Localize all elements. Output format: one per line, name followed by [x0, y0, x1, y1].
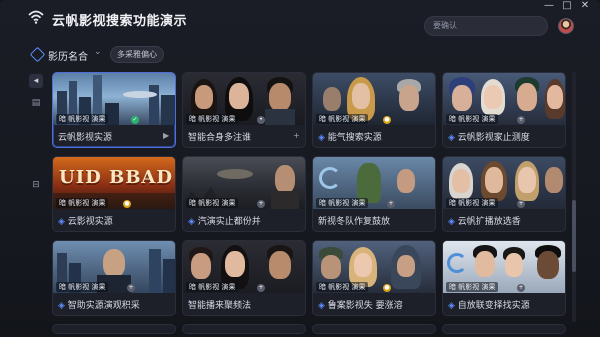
rail-back-icon[interactable]: ◂ — [29, 74, 43, 88]
card-title: 智能播来聚频法 — [188, 301, 252, 311]
add-badge-icon: + — [387, 200, 395, 208]
card-title: ◈ 自放联变择找实源 — [448, 301, 530, 311]
overlay-label: 暗 帆影视 演果 — [316, 198, 369, 208]
close-button[interactable]: ✕ — [578, 0, 592, 12]
status-dot-icon: ● — [383, 116, 391, 124]
rail-list-icon[interactable]: ▤ — [29, 96, 43, 110]
scrollbar[interactable] — [572, 72, 576, 322]
card-title: ◈ 能气搜索实源 — [318, 133, 382, 143]
card-title: ◈ 云影视实源 — [58, 217, 113, 227]
overlay-label: 暗 帆影视 演果 — [56, 114, 109, 124]
video-grid: 暗 帆影视 演果 ✓ 云帆影视实源 ▶ 暗 帆影视 演果 • 智能合身多注谁 + — [52, 72, 568, 334]
card-title: ◈ 云帆影视家止测度 — [448, 133, 530, 143]
wifi-logo-icon — [28, 10, 44, 24]
left-rail: ◂ ▤ ⊟ — [26, 72, 46, 322]
video-card[interactable]: UID BBAD 暗 帆影视 演果 ● ◈ 云影视实源 — [52, 156, 176, 232]
chevron-down-icon[interactable]: ⌄ — [94, 47, 102, 57]
add-badge-icon: + — [517, 116, 525, 124]
card-title: 新视冬队作复鼓放 — [318, 217, 391, 227]
filter-chip[interactable]: 多采雅偏心 — [110, 46, 164, 63]
thumbnail-title-text: UID BBAD — [59, 167, 173, 188]
overlay-label: 暗 帆影视 演果 — [446, 282, 499, 292]
video-card-partial[interactable] — [182, 324, 306, 334]
card-title: ◈ 智助实源演观积采 — [58, 301, 140, 311]
card-title: 云帆影视实源 — [58, 133, 113, 143]
overlay-label: 暗 帆影视 演果 — [56, 198, 109, 208]
add-badge-icon: + — [257, 200, 265, 208]
video-card-partial[interactable] — [442, 324, 566, 334]
add-badge-icon: + — [517, 200, 525, 208]
status-dot-icon: ● — [383, 284, 391, 292]
overlay-label: 暗 帆影视 演果 — [186, 114, 239, 124]
video-card[interactable]: 暗 帆影视 演果 + 智能播来聚频法 — [182, 240, 306, 316]
title-bar: 云帆影视搜索功能演示 — □ ✕ — [0, 0, 600, 38]
overlay-label: 暗 帆影视 演果 — [316, 114, 369, 124]
status-dot-icon: ● — [123, 200, 131, 208]
video-card[interactable]: 暗 帆影视 演果 + ◈ 云帆影视家止测度 — [442, 72, 566, 148]
play-icon[interactable]: ▶ — [163, 131, 169, 140]
overlay-label: 暗 帆影视 演果 — [186, 198, 239, 208]
add-badge-icon: + — [517, 284, 525, 292]
video-card[interactable]: 暗 帆影视 演果 + ◈ 自放联变择找实源 — [442, 240, 566, 316]
video-card[interactable]: 暗 帆影视 演果 + 新视冬队作复鼓放 — [312, 156, 436, 232]
video-card-partial[interactable] — [312, 324, 436, 334]
video-card[interactable]: 暗 帆影视 演果 ✓ 云帆影视实源 ▶ — [52, 72, 176, 148]
overlay-label: 暗 帆影视 演果 — [186, 282, 239, 292]
card-title: ◈ 云帆扩播放选香 — [448, 217, 521, 227]
filter-dropdown-label[interactable]: 影历名合 — [48, 48, 88, 63]
app-window: 云帆影视搜索功能演示 — □ ✕ 影历名合 ⌄ 多采雅偏心 ◂ ▤ ⊟ — [0, 0, 600, 337]
search-box[interactable] — [424, 16, 548, 36]
rail-panel-icon[interactable]: ⊟ — [29, 178, 43, 192]
video-card[interactable]: 暗 帆影视 演果 + ◈ 汽演实止都份并 — [182, 156, 306, 232]
add-badge-icon: + — [127, 284, 135, 292]
add-icon[interactable]: + — [293, 131, 300, 140]
overlay-label: 暗 帆影视 演果 — [316, 282, 369, 292]
filter-diamond-icon — [29, 46, 46, 63]
overlay-label: 暗 帆影视 演果 — [56, 282, 109, 292]
minimize-button[interactable]: — — [542, 0, 556, 12]
video-card[interactable]: 暗 帆影视 演果 ● ◈ 能气搜索实源 — [312, 72, 436, 148]
video-card[interactable]: 暗 帆影视 演果 • 智能合身多注谁 + — [182, 72, 306, 148]
card-title: ◈ 汽演实止都份并 — [188, 217, 261, 227]
status-check-icon: ✓ — [131, 116, 139, 124]
scroll-thumb[interactable] — [572, 200, 576, 272]
search-input[interactable] — [433, 21, 533, 30]
card-title: ◈ 鲁案影视失 要涨溶 — [318, 301, 403, 311]
video-card-partial[interactable] — [52, 324, 176, 334]
video-card[interactable]: 暗 帆影视 演果 ● ◈ 鲁案影视失 要涨溶 — [312, 240, 436, 316]
user-avatar[interactable] — [558, 18, 574, 34]
app-title: 云帆影视搜索功能演示 — [52, 14, 188, 29]
card-title: 智能合身多注谁 — [188, 133, 252, 143]
video-card[interactable]: 暗 帆影视 演果 + ◈ 云帆扩播放选香 — [442, 156, 566, 232]
maximize-button[interactable]: □ — [560, 0, 574, 12]
status-dot-icon: • — [257, 116, 265, 124]
video-card[interactable]: 暗 帆影视 演果 + ◈ 智助实源演观积采 — [52, 240, 176, 316]
add-badge-icon: + — [257, 284, 265, 292]
overlay-label: 暗 帆影视 演果 — [446, 114, 499, 124]
overlay-label: 暗 帆影视 演果 — [446, 198, 499, 208]
